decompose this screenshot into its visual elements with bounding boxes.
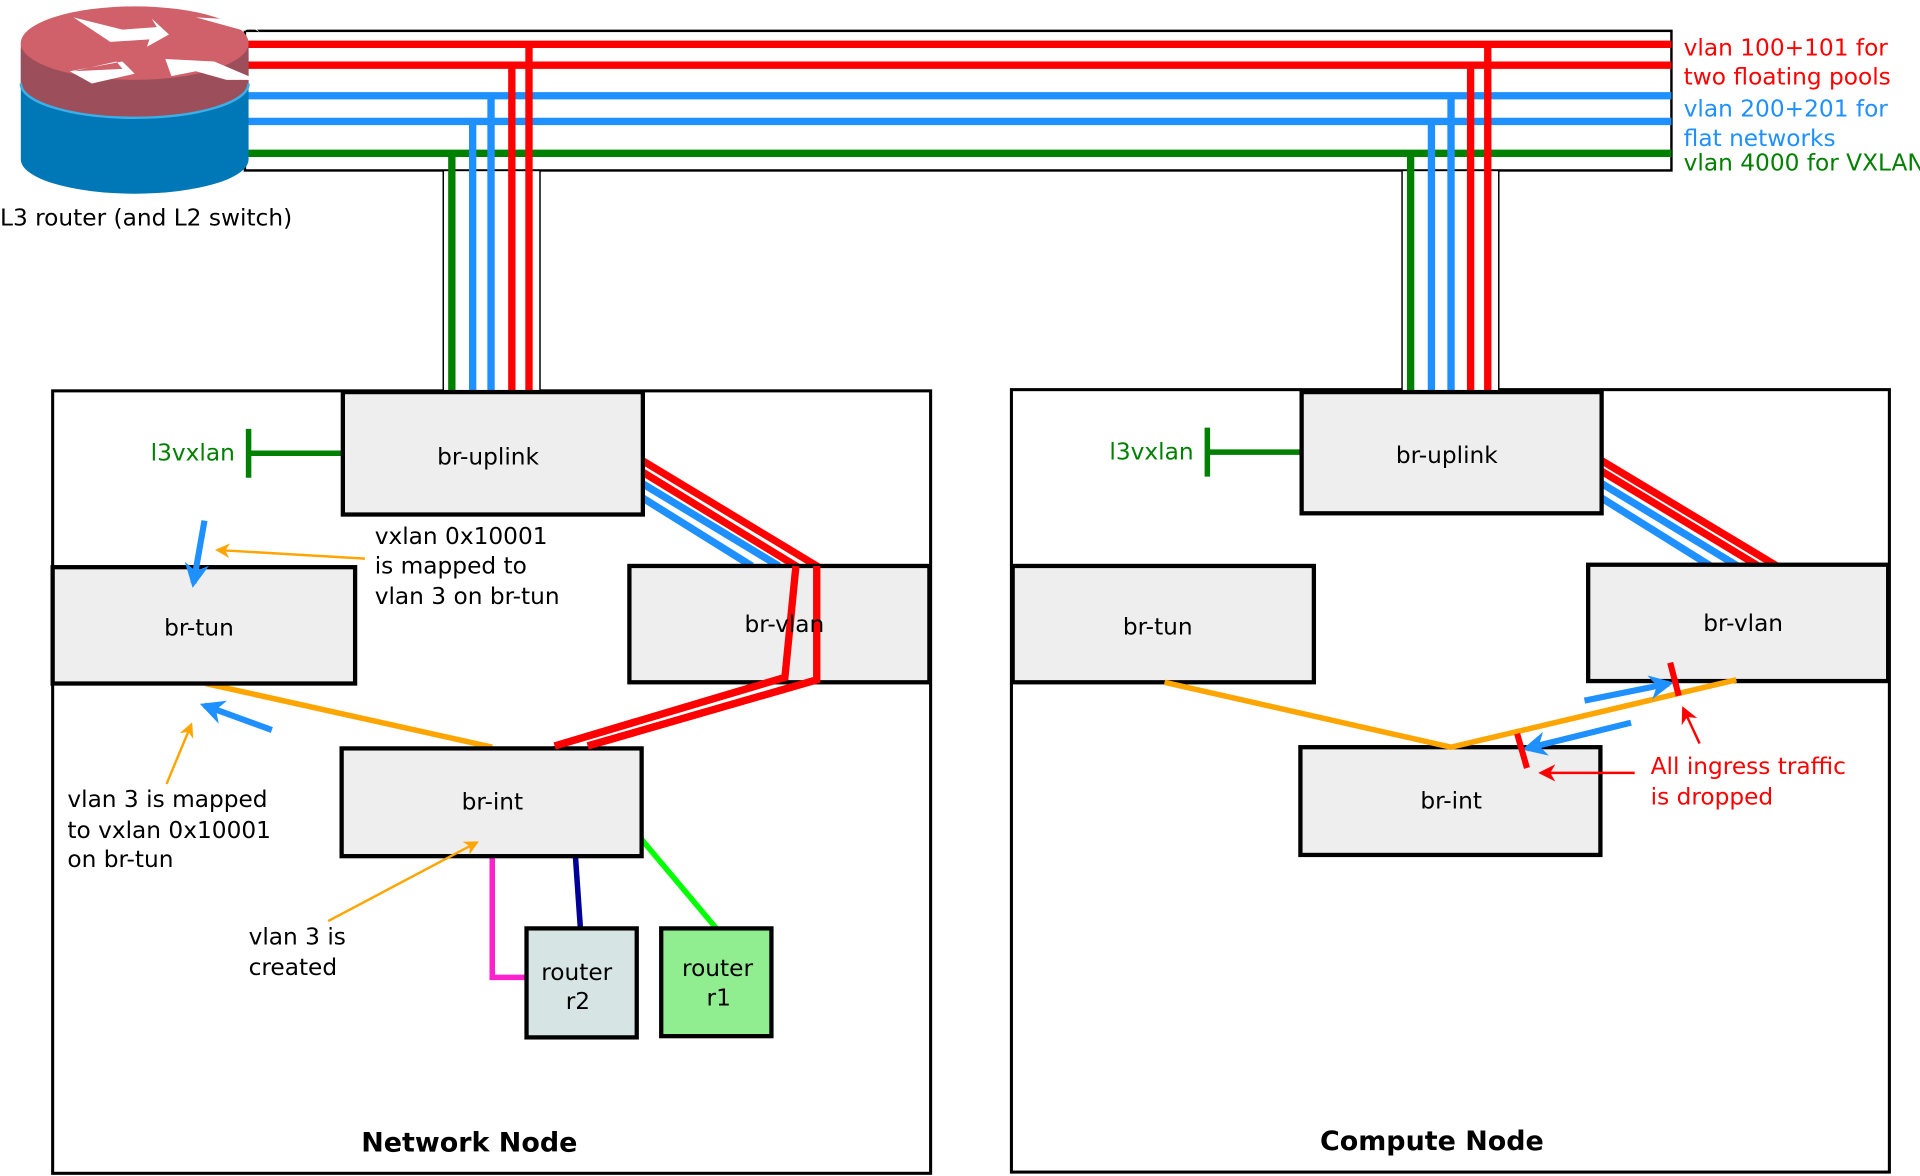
network-node-title: Network Node	[361, 1127, 577, 1158]
compute-node-title: Compute Node	[1320, 1126, 1544, 1157]
note-line: is dropped	[1651, 784, 1774, 811]
legend-blue-line1: vlan 200+201 for	[1684, 96, 1889, 123]
cmp-br-vlan-label: br-vlan	[1703, 610, 1783, 637]
note-line: vlan 3 is	[249, 923, 346, 950]
note-line: created	[249, 954, 338, 981]
trunk-frame	[243, 29, 1673, 172]
net-br-int-label: br-int	[462, 789, 524, 816]
legend-red-line1: vlan 100+101 for	[1684, 34, 1889, 61]
cmp-br-uplink-label: br-uplink	[1396, 442, 1498, 469]
legend-red-line2: two floating pools	[1684, 64, 1891, 91]
note-line: to vxlan 0x10001	[67, 817, 271, 844]
cmp-l3vxlan-label: l3vxlan	[1109, 438, 1193, 465]
router-r1[interactable]	[659, 926, 774, 1039]
router-r1-line2: r1	[707, 985, 731, 1012]
router-label: L3 router (and L2 switch)	[0, 205, 292, 232]
net-br-vlan-label: br-vlan	[744, 611, 824, 638]
net-l3vxlan-label: l3vxlan	[151, 440, 235, 467]
cmp-br-tun-label: br-tun	[1123, 614, 1193, 641]
note-line: on br-tun	[67, 846, 173, 873]
net-br-uplink-label: br-uplink	[437, 443, 539, 470]
legend-green-line1: vlan 4000 for VXLAN	[1684, 149, 1920, 176]
note-line: All ingress traffic	[1651, 753, 1846, 780]
note-line: is mapped to	[375, 552, 527, 579]
legend-blue-line2: flat networks	[1684, 125, 1836, 152]
cmp-br-int-label: br-int	[1420, 787, 1482, 814]
note-line: vlan 3 on br-tun	[375, 583, 560, 610]
note-line: vlan 3 is mapped	[67, 786, 267, 813]
trunk-legend: vlan 100+101 for two floating pools vlan…	[1684, 34, 1920, 176]
note-line: vxlan 0x10001	[375, 523, 548, 550]
router-r2-line2: r2	[566, 988, 590, 1015]
router-icon	[19, 6, 260, 194]
router-r1-line1: router	[682, 955, 753, 982]
net-br-tun-label: br-tun	[164, 615, 234, 642]
router-r2-line1: router	[541, 959, 612, 986]
diagram: L3 router (and L2 switch) vlan 100+101 f…	[0, 6, 1920, 1175]
